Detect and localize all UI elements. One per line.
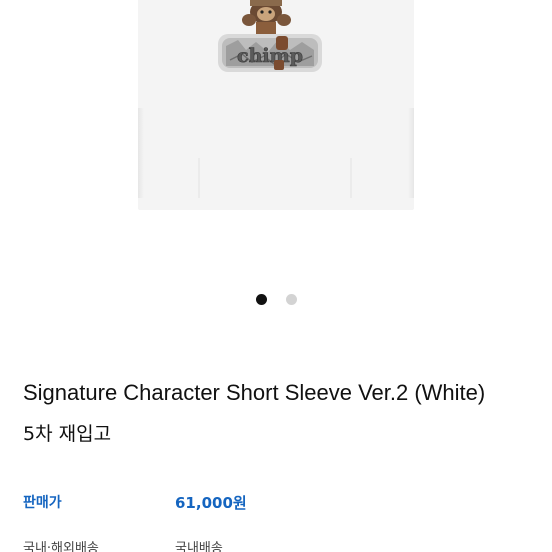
price-label: 판매가 <box>23 495 62 511</box>
carousel-dot-2[interactable] <box>285 294 297 305</box>
tshirt-shadow <box>408 108 414 198</box>
product-detail-page: chimp Signature Character Short Sleeve V… <box>0 0 552 552</box>
carousel-indicator[interactable] <box>0 294 552 306</box>
tshirt-shadow <box>138 108 144 198</box>
product-title: Signature Character Short Sleeve Ver.2 (… <box>23 380 486 405</box>
product-image-carousel[interactable]: chimp <box>0 0 552 280</box>
shipping-row: 국내·해외배송 국내배송 <box>23 538 533 552</box>
price-row: 판매가 61,000원 <box>23 492 533 518</box>
shipping-value: 국내배송 <box>175 541 223 552</box>
product-subtitle: 5차 재입고 <box>23 423 112 445</box>
graphic-wordmark: chimp <box>237 45 303 67</box>
price-value: 61,000원 <box>175 494 247 512</box>
tshirt-fold <box>350 158 352 198</box>
tshirt-fold <box>198 158 200 198</box>
carousel-dot-1[interactable] <box>255 294 267 305</box>
shipping-label: 국내·해외배송 <box>23 541 99 552</box>
chimp-print-graphic: chimp <box>218 0 322 72</box>
